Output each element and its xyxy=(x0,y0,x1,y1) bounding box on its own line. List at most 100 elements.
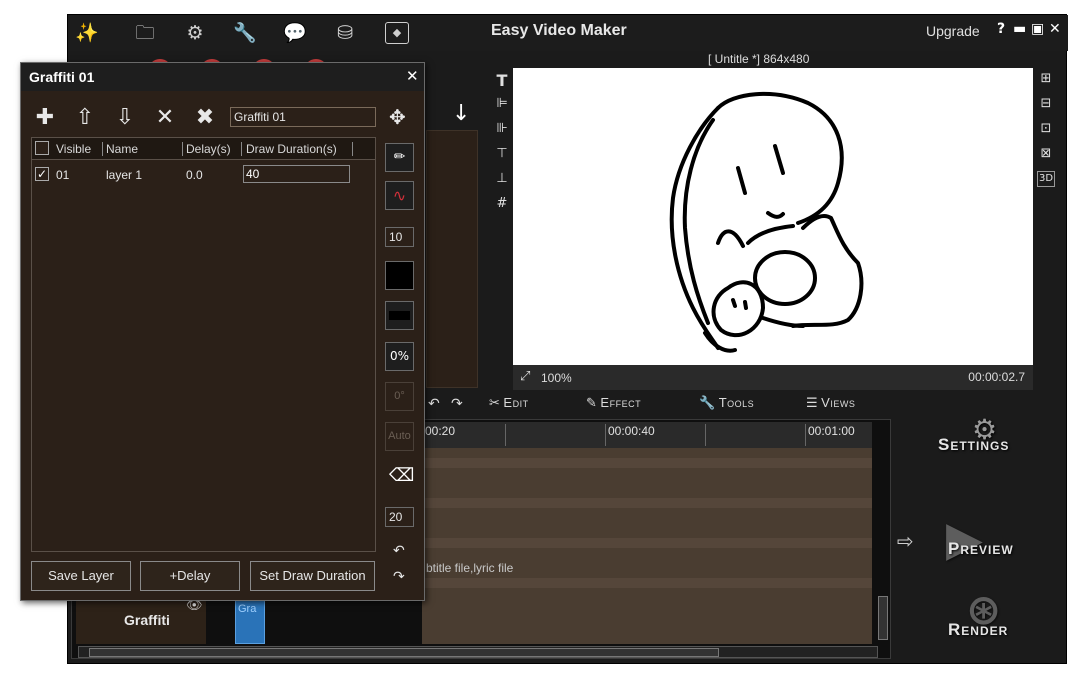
chat-icon[interactable]: 💬 xyxy=(282,20,308,46)
track-stripe xyxy=(422,538,872,548)
col-duration[interactable]: Draw Duration(s) xyxy=(246,142,337,156)
timeline-tracks[interactable] xyxy=(422,448,872,644)
col-name[interactable]: Name xyxy=(106,142,138,156)
col-separator xyxy=(182,142,183,156)
wrench-icon: 🔧 xyxy=(699,396,716,411)
tick-line xyxy=(705,424,706,446)
stroke-width-picker[interactable] xyxy=(385,301,414,330)
tile-icon[interactable]: ⊠ xyxy=(1037,146,1055,164)
scrollbar-thumb[interactable] xyxy=(89,648,719,657)
menu-row: ✂ Edit ✎ Effect 🔧 Tools ☰ Views xyxy=(413,393,913,417)
current-time: 00:00:02.7 xyxy=(968,370,1025,384)
horizontal-scrollbar[interactable] xyxy=(78,646,878,658)
col-separator xyxy=(352,142,353,156)
row-index: 01 xyxy=(56,168,70,182)
expand-icon[interactable]: ⤢ xyxy=(520,368,530,384)
stroke-preview xyxy=(389,311,410,320)
graffiti-track-header[interactable]: Graffiti 👁 xyxy=(76,596,206,644)
minimize-button[interactable]: ▬ xyxy=(1013,21,1026,37)
track-stripe xyxy=(422,458,872,468)
grid-view-icon[interactable]: ⊡ xyxy=(1037,121,1055,139)
vertical-scrollbar[interactable] xyxy=(878,596,888,640)
move-up-icon[interactable]: ⇧ xyxy=(71,105,99,131)
split-icon[interactable]: ⊟ xyxy=(1037,96,1055,114)
move-down-icon[interactable]: ⇩ xyxy=(111,105,139,131)
down-arrow-icon[interactable]: ↓ xyxy=(452,101,470,126)
menu-edit-label: Edit xyxy=(503,395,529,410)
draw-duration-input[interactable] xyxy=(243,165,350,183)
tick-line xyxy=(505,424,506,446)
graffiti-clip[interactable]: Gra xyxy=(235,600,265,644)
row-delay[interactable]: 0.0 xyxy=(186,168,203,182)
tick-line xyxy=(605,424,606,446)
3d-icon[interactable]: 3D xyxy=(1037,171,1055,187)
top-toolbar: ✨ 🗀 ⚙ 🔧 💬 ⛁ ◆ Easy Video Maker Upgrade ?… xyxy=(68,15,1068,51)
timeline-ruler[interactable]: 00:20 00:00:40 00:01:00 xyxy=(422,422,872,448)
undo-icon[interactable]: ↶ xyxy=(393,543,405,559)
menu-tools-label: Tools xyxy=(718,395,755,410)
select-all-checkbox[interactable] xyxy=(35,141,49,155)
angle-field: 0° xyxy=(385,382,414,411)
graffiti-drawing xyxy=(669,91,864,353)
wand-icon[interactable]: ✨ xyxy=(74,20,100,46)
eraser-size-field[interactable]: 20 xyxy=(385,507,414,527)
menu-tools[interactable]: 🔧 Tools xyxy=(699,395,754,411)
drawing-canvas[interactable] xyxy=(513,68,1033,365)
tick-label: 00:20 xyxy=(425,424,456,438)
align-bottom-icon[interactable]: ⊥ xyxy=(493,171,511,189)
col-delay[interactable]: Delay(s) xyxy=(186,142,231,156)
eraser-icon[interactable]: ⌫ xyxy=(389,465,414,486)
clip-label: Gra xyxy=(238,603,257,615)
menu-edit[interactable]: ✂ Edit xyxy=(489,395,529,411)
delete-all-icon[interactable]: ✖ xyxy=(191,105,219,131)
dialog-close-button[interactable]: ✕ xyxy=(406,67,419,85)
text-tool-icon[interactable]: T xyxy=(493,71,511,90)
menu-effect[interactable]: ✎ Effect xyxy=(586,395,641,411)
wrench-icon[interactable]: 🔧 xyxy=(232,20,258,46)
color-swatch[interactable] xyxy=(385,261,414,290)
settings-button[interactable]: ⚙ Settings xyxy=(938,413,1009,455)
opacity-field[interactable]: 0% xyxy=(385,342,414,371)
list-icon: ☰ xyxy=(806,396,819,411)
visible-checkbox[interactable]: ✓ xyxy=(35,167,49,181)
graffiti-track-label: Graffiti xyxy=(124,612,170,628)
set-draw-duration-button[interactable]: Set Draw Duration xyxy=(250,561,375,591)
layout-icon[interactable]: ⊞ xyxy=(1037,71,1055,89)
col-visible[interactable]: Visible xyxy=(56,142,91,156)
database-icon[interactable]: ⛁ xyxy=(332,20,358,46)
close-button[interactable]: ✕ xyxy=(1049,21,1061,37)
brush-stroke-icon[interactable]: ∿ xyxy=(385,181,414,210)
upgrade-link[interactable]: Upgrade xyxy=(926,23,980,39)
canvas-title: [ Untitle *] 864x480 xyxy=(708,52,810,66)
arrow-right-icon: ⇨ xyxy=(897,529,914,553)
preview-label: Preview xyxy=(948,539,1014,558)
table-row[interactable]: ✓ 01 layer 1 0.0 xyxy=(32,162,375,186)
pen-icon: ✎ xyxy=(586,396,598,411)
pencil-tool-icon[interactable]: ✏ xyxy=(385,143,414,172)
dialog-title: Graffiti 01 xyxy=(29,69,95,85)
help-button[interactable]: ? xyxy=(997,21,1005,37)
gear-icon: ⚙ xyxy=(972,413,999,446)
grid-icon[interactable]: # xyxy=(493,196,511,214)
palette-icon[interactable]: ◆ xyxy=(385,22,409,44)
auto-field: Auto xyxy=(385,422,414,451)
col-separator xyxy=(102,142,103,156)
brush-size-field[interactable]: 10 xyxy=(385,227,414,247)
menu-views[interactable]: ☰ Views xyxy=(806,395,855,411)
align-top-icon[interactable]: ⊤ xyxy=(493,146,511,164)
add-delay-button[interactable]: +Delay xyxy=(140,561,240,591)
graffiti-name-input[interactable] xyxy=(230,107,376,127)
add-layer-icon[interactable]: ✚ xyxy=(31,105,59,131)
delete-layer-icon[interactable]: ✕ xyxy=(151,105,179,131)
dialog-titlebar[interactable]: Graffiti 01 ✕ xyxy=(21,63,424,91)
canvas-frame: ⤢ 100% 00:00:02.7 xyxy=(513,68,1033,390)
save-layer-button[interactable]: Save Layer xyxy=(31,561,131,591)
render-label: Render xyxy=(948,620,1009,639)
maximize-button[interactable]: ▣ xyxy=(1031,21,1044,37)
move-cursor-icon[interactable]: ✥ xyxy=(389,105,406,129)
folder-icon[interactable]: 🗀 xyxy=(132,20,158,46)
align-left-icon[interactable]: ⊫ xyxy=(493,96,511,114)
gear-icon[interactable]: ⚙ xyxy=(182,20,208,46)
redo-icon[interactable]: ↷ xyxy=(393,569,405,585)
align-right-icon[interactable]: ⊪ xyxy=(493,121,511,139)
